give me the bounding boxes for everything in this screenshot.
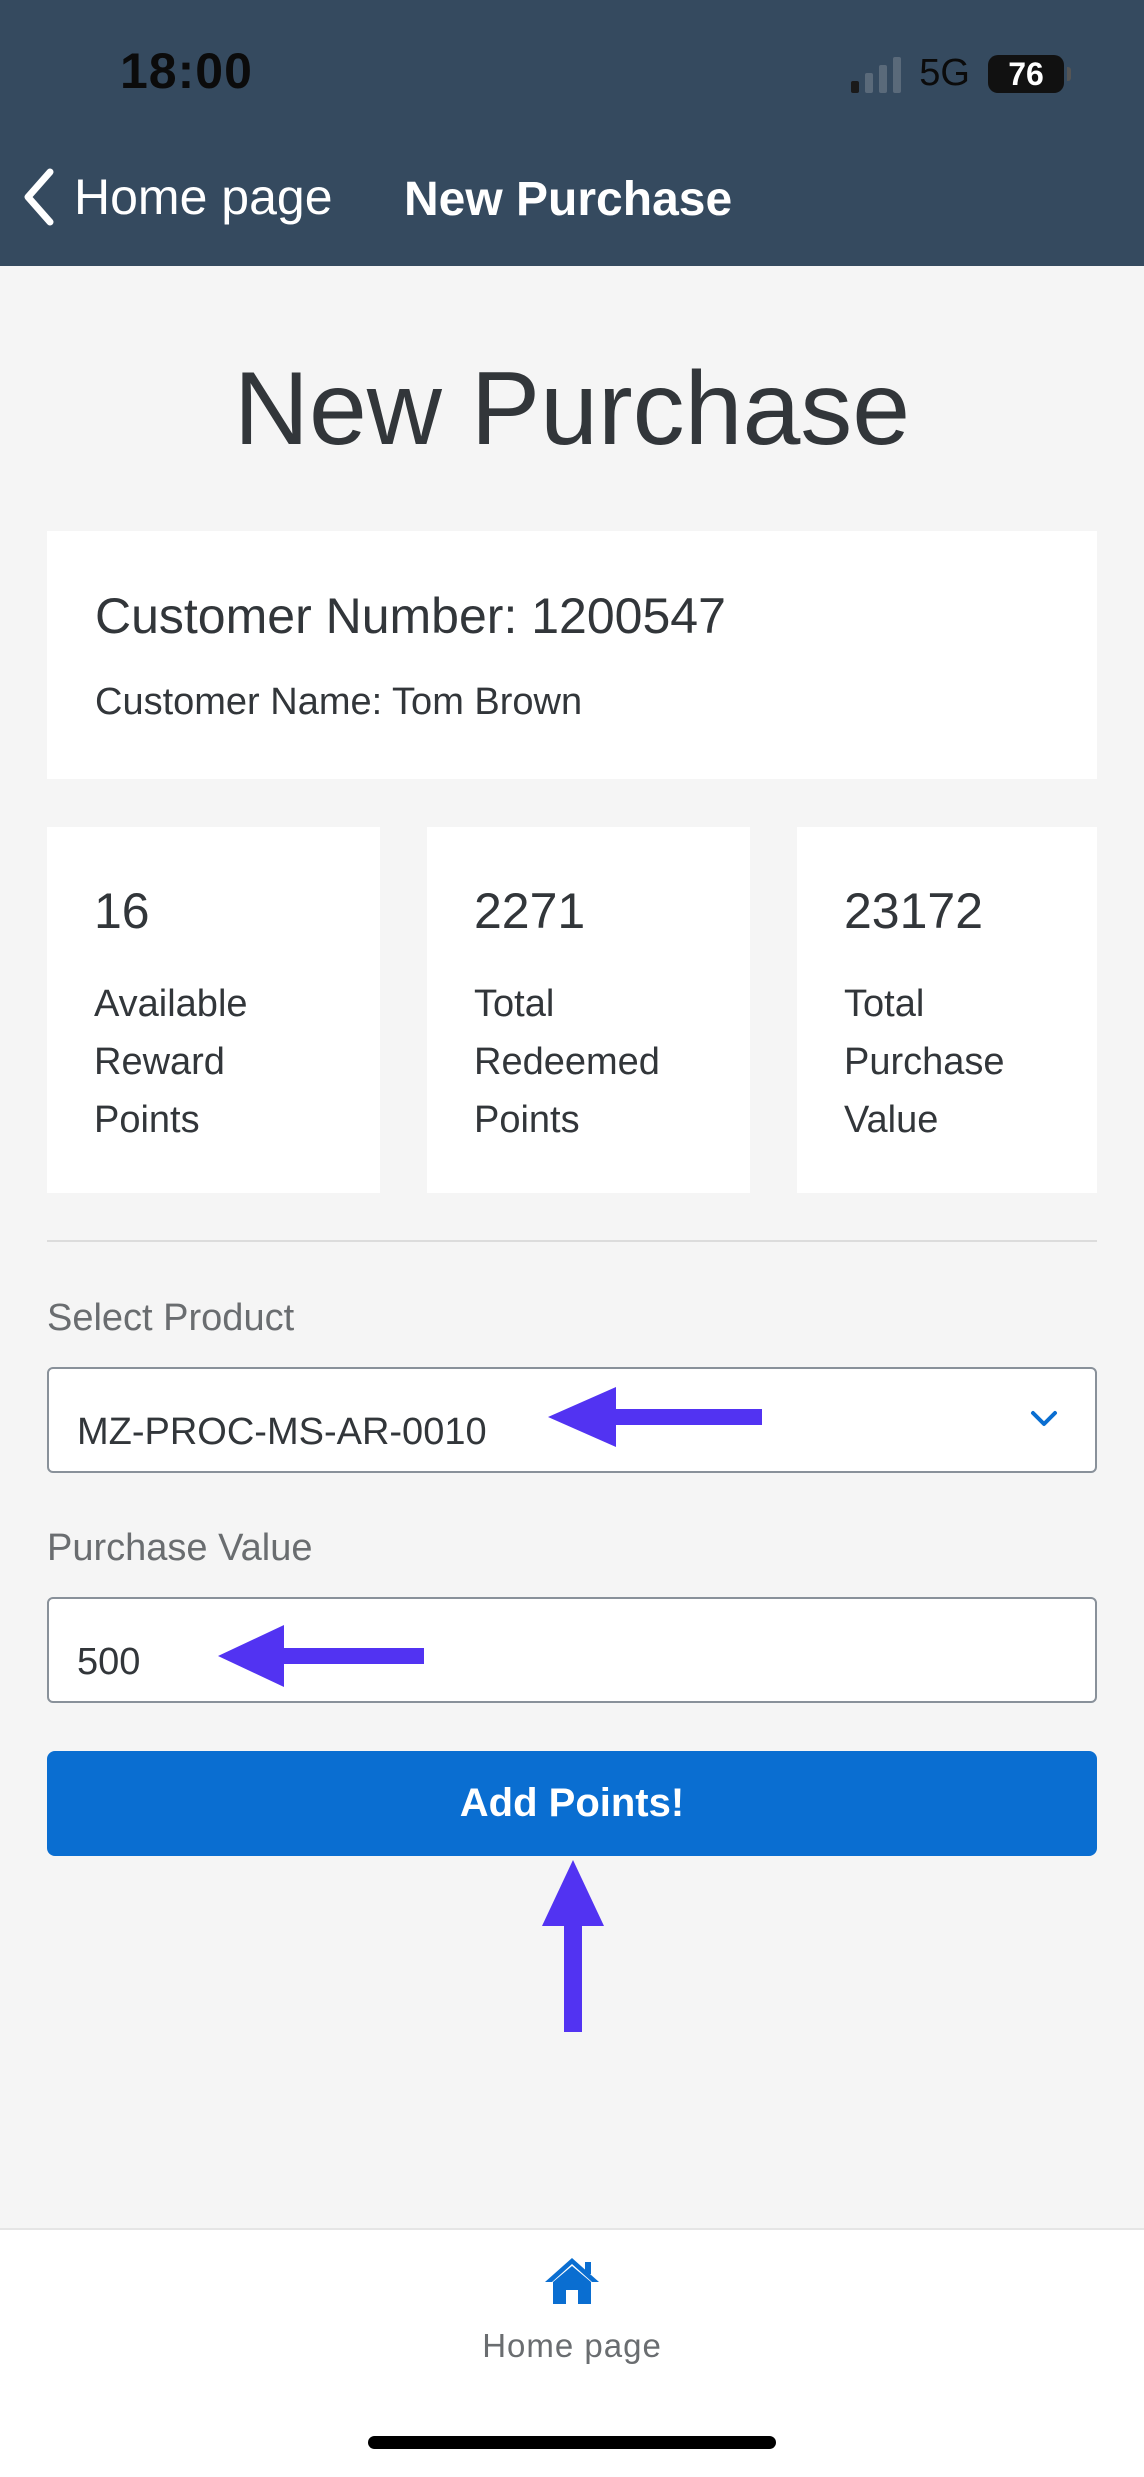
stat-label: Total Redeemed Points: [474, 983, 660, 1141]
back-label: Home page: [74, 169, 333, 225]
signal-icon: [851, 55, 902, 93]
product-select-value: MZ-PROC-MS-AR-0010: [77, 1411, 487, 1453]
back-chevron-icon: [24, 168, 54, 226]
purchase-value-text: 500: [77, 1641, 141, 1683]
annotation-arrow-left-icon: [548, 1387, 762, 1447]
home-icon: [545, 2258, 599, 2304]
stat-card-purchase-value: 23172 Total Purchase Value: [797, 827, 1097, 1193]
status-indicators: 5G 76: [851, 52, 1071, 95]
stat-label: Available Reward Points: [94, 983, 248, 1141]
add-points-button[interactable]: Add Points!: [47, 1751, 1097, 1856]
nav-title: New Purchase: [404, 173, 733, 226]
section-divider: [47, 1240, 1097, 1242]
back-button[interactable]: Home page: [22, 168, 333, 226]
network-type: 5G: [919, 52, 970, 94]
chevron-down-icon: [1031, 1411, 1057, 1426]
tab-home-label: Home page: [482, 2327, 662, 2364]
product-label: Select Product: [47, 1297, 295, 1339]
purchase-value-input[interactable]: 500: [47, 1597, 1097, 1703]
purchase-value-label: Purchase Value: [47, 1527, 313, 1569]
stat-value: 23172: [844, 883, 984, 939]
app-header: 18:00 5G 76 Home page New Purchase: [0, 0, 1144, 266]
stat-label: Total Purchase Value: [844, 983, 1005, 1141]
status-time: 18:00: [120, 43, 253, 99]
tab-home[interactable]: Home page: [422, 2256, 722, 2365]
stat-value: 16: [94, 883, 150, 939]
page-title: New Purchase: [233, 351, 911, 467]
battery-icon: 76: [988, 54, 1071, 93]
annotation-arrow-up-icon: [542, 1860, 604, 2032]
annotation-arrow-left-icon: [218, 1625, 424, 1687]
customer-name: Customer Name: Tom Brown: [95, 681, 583, 723]
home-indicator[interactable]: [368, 2436, 776, 2449]
customer-number: Customer Number: 1200547: [95, 588, 726, 644]
stat-value: 2271: [474, 883, 586, 939]
customer-card: Customer Number: 1200547 Customer Name: …: [47, 531, 1097, 779]
stat-card-available-points: 16 Available Reward Points: [47, 827, 380, 1193]
stat-card-redeemed-points: 2271 Total Redeemed Points: [427, 827, 750, 1193]
